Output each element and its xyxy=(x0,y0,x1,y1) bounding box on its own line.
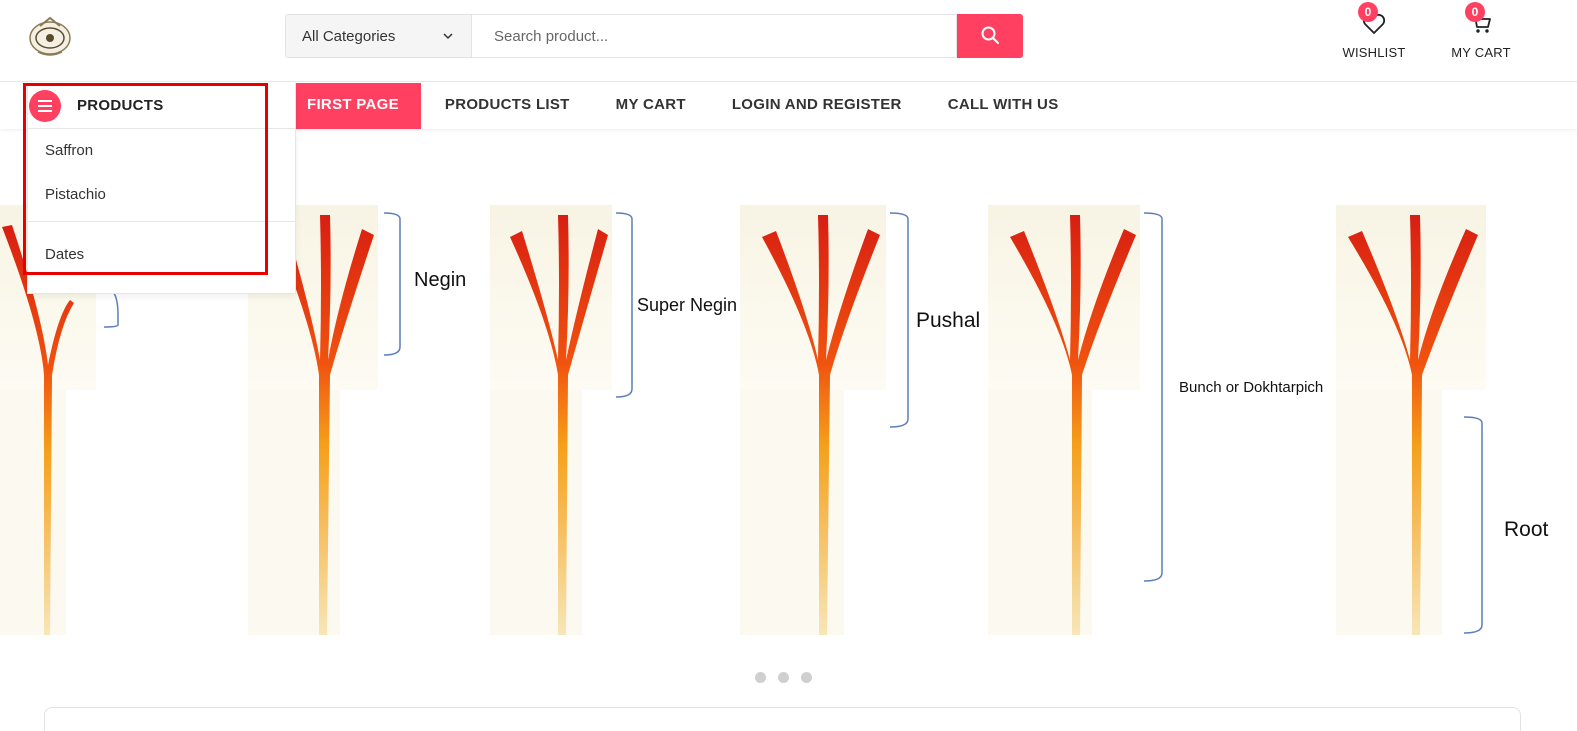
category-select-value: All Categories xyxy=(302,27,396,45)
wishlist-button[interactable]: 0 WISHLIST xyxy=(1334,2,1414,60)
wishlist-count-badge: 0 xyxy=(1358,2,1378,22)
grade-label-super-negin: Super Negin xyxy=(637,295,738,315)
slider-dot-2[interactable] xyxy=(778,672,789,683)
grade-label-negin: Negin xyxy=(414,269,467,291)
search-icon xyxy=(980,25,1000,48)
search-button[interactable] xyxy=(957,14,1023,58)
nav-my-cart[interactable]: MY CART xyxy=(594,83,708,129)
menu-icon xyxy=(29,89,61,122)
products-menu-item-saffron[interactable]: Saffron xyxy=(28,129,295,173)
nav-login-register[interactable]: LOGIN AND REGISTER xyxy=(710,83,924,129)
products-menu-toggle[interactable]: PRODUCTS xyxy=(28,83,295,129)
chevron-down-icon xyxy=(441,29,455,43)
logo[interactable] xyxy=(26,12,74,60)
grade-label-root: Root xyxy=(1504,518,1549,541)
products-menu-item-dates[interactable]: Dates xyxy=(28,222,295,272)
cart-label: MY CART xyxy=(1451,45,1511,60)
site-header: All Categories 0 WISHLIST 0 MY CAR xyxy=(0,0,1577,82)
slider-dot-1[interactable] xyxy=(755,672,766,683)
wishlist-label: WISHLIST xyxy=(1342,45,1406,60)
cart-count-badge: 0 xyxy=(1465,2,1485,22)
products-dropdown: PRODUCTS Saffron Pistachio Dates xyxy=(27,83,296,294)
nav-products-list[interactable]: PRODUCTS LIST xyxy=(423,83,592,129)
slider-dot-3[interactable] xyxy=(801,672,812,683)
content-panel xyxy=(44,707,1521,731)
products-menu-title: PRODUCTS xyxy=(77,97,164,114)
slider-pagination xyxy=(755,672,812,683)
products-menu-item-pistachio[interactable]: Pistachio xyxy=(28,173,295,217)
category-select[interactable]: All Categories xyxy=(285,14,471,58)
grade-label-bunch: Bunch or Dokhtarpich xyxy=(1179,379,1324,396)
cart-button[interactable]: 0 MY CART xyxy=(1441,2,1521,60)
nav-first-page[interactable]: FIRST PAGE xyxy=(285,83,421,129)
nav-call-with-us[interactable]: CALL WITH US xyxy=(926,83,1081,129)
search-input[interactable] xyxy=(471,14,957,58)
search-bar: All Categories xyxy=(285,14,1023,58)
grade-label-pushal: Pushal xyxy=(916,309,981,332)
